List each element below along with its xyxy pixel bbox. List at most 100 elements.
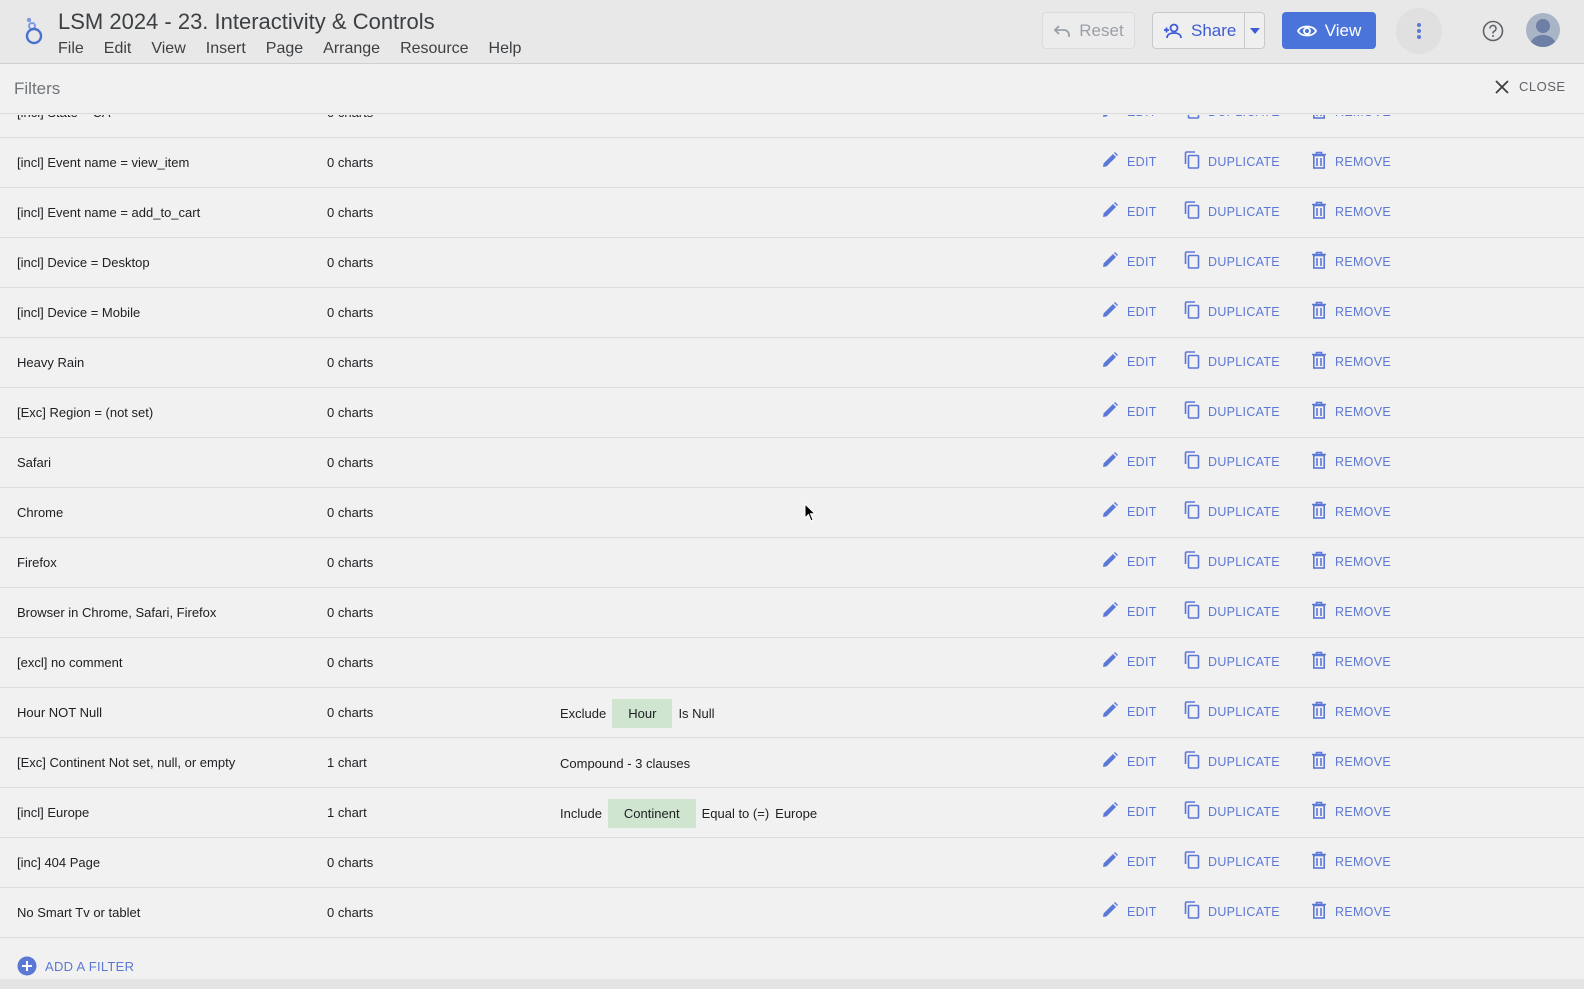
duplicate-button[interactable]: DUPLICATE	[1184, 351, 1280, 372]
edit-button[interactable]: EDIT	[1101, 851, 1157, 872]
edit-button[interactable]: EDIT	[1101, 151, 1157, 172]
filter-name[interactable]: No Smart Tv or tablet	[17, 905, 140, 920]
remove-button[interactable]: REMOVE	[1311, 501, 1391, 522]
edit-button[interactable]: EDIT	[1101, 201, 1157, 222]
remove-button[interactable]: REMOVE	[1311, 551, 1391, 572]
share-button[interactable]: Share	[1152, 12, 1265, 49]
reset-button[interactable]: Reset	[1042, 12, 1135, 49]
filter-row[interactable]: Safari 0 charts EDIT DUPLICATE REMOVE	[0, 438, 1584, 488]
edit-button[interactable]: EDIT	[1101, 701, 1157, 722]
menu-edit[interactable]: Edit	[104, 40, 132, 58]
duplicate-button[interactable]: DUPLICATE	[1184, 115, 1280, 122]
duplicate-button[interactable]: DUPLICATE	[1184, 601, 1280, 622]
edit-button[interactable]: EDIT	[1101, 751, 1157, 772]
avatar[interactable]	[1526, 13, 1560, 47]
filter-row[interactable]: Chrome 0 charts EDIT DUPLICATE REMOVE	[0, 488, 1584, 538]
edit-button[interactable]: EDIT	[1101, 601, 1157, 622]
menu-insert[interactable]: Insert	[206, 40, 246, 58]
duplicate-button[interactable]: DUPLICATE	[1184, 251, 1280, 272]
remove-button[interactable]: REMOVE	[1311, 801, 1391, 822]
filter-row[interactable]: [incl] Event name = add_to_cart 0 charts E…	[0, 188, 1584, 238]
duplicate-button[interactable]: DUPLICATE	[1184, 851, 1280, 872]
remove-button[interactable]: REMOVE	[1311, 651, 1391, 672]
filter-row[interactable]: Hour NOT Null 0 charts Exclude Hour Is Null E…	[0, 688, 1584, 738]
report-title[interactable]: LSM 2024 - 23. Interactivity & Controls	[58, 9, 435, 35]
filter-name[interactable]: Hour NOT Null	[17, 705, 102, 720]
filter-name[interactable]: [incl] Device = Mobile	[17, 305, 140, 320]
share-dropdown[interactable]	[1245, 27, 1264, 34]
remove-button[interactable]: REMOVE	[1311, 401, 1391, 422]
remove-button[interactable]: REMOVE	[1311, 451, 1391, 472]
edit-button[interactable]: EDIT	[1101, 451, 1157, 472]
filter-row[interactable]: [incl] State = CA 0 charts EDIT DUPLICATE RE…	[0, 115, 1584, 138]
duplicate-button[interactable]: DUPLICATE	[1184, 801, 1280, 822]
remove-button[interactable]: REMOVE	[1311, 751, 1391, 772]
looker-studio-logo[interactable]	[22, 16, 44, 46]
filter-row[interactable]: [excl] no comment 0 charts EDIT DUPLICATE RE…	[0, 638, 1584, 688]
menu-resource[interactable]: Resource	[400, 40, 468, 58]
filter-row[interactable]: [incl] Device = Desktop 0 charts EDIT DUPLI…	[0, 238, 1584, 288]
filter-name[interactable]: Safari	[17, 455, 51, 470]
remove-button[interactable]: REMOVE	[1311, 115, 1391, 122]
menu-view[interactable]: View	[151, 40, 185, 58]
duplicate-button[interactable]: DUPLICATE	[1184, 651, 1280, 672]
filter-name[interactable]: Firefox	[17, 555, 57, 570]
duplicate-button[interactable]: DUPLICATE	[1184, 151, 1280, 172]
edit-button[interactable]: EDIT	[1101, 551, 1157, 572]
edit-button[interactable]: EDIT	[1101, 651, 1157, 672]
filter-row[interactable]: [incl] Device = Mobile 0 charts EDIT DUPLIC…	[0, 288, 1584, 338]
edit-button[interactable]: EDIT	[1101, 351, 1157, 372]
filter-name[interactable]: [Exc] Region = (not set)	[17, 405, 153, 420]
remove-button[interactable]: REMOVE	[1311, 251, 1391, 272]
filter-row[interactable]: Browser in Chrome, Safari, Firefox 0 char…	[0, 588, 1584, 638]
edit-button[interactable]: EDIT	[1101, 115, 1157, 122]
more-options-button[interactable]	[1396, 8, 1442, 54]
filter-name[interactable]: Chrome	[17, 505, 63, 520]
remove-button[interactable]: REMOVE	[1311, 351, 1391, 372]
filter-name[interactable]: Heavy Rain	[17, 355, 84, 370]
duplicate-button[interactable]: DUPLICATE	[1184, 901, 1280, 922]
remove-button[interactable]: REMOVE	[1311, 601, 1391, 622]
duplicate-button[interactable]: DUPLICATE	[1184, 401, 1280, 422]
duplicate-button[interactable]: DUPLICATE	[1184, 201, 1280, 222]
close-button[interactable]: CLOSE	[1495, 79, 1566, 94]
edit-button[interactable]: EDIT	[1101, 801, 1157, 822]
filter-row[interactable]: [Exc] Region = (not set) 0 charts EDIT DUPL…	[0, 388, 1584, 438]
filter-name[interactable]: [incl] Device = Desktop	[17, 255, 150, 270]
filter-row[interactable]: Firefox 0 charts EDIT DUPLICATE REMOVE	[0, 538, 1584, 588]
remove-button[interactable]: REMOVE	[1311, 301, 1391, 322]
menu-page[interactable]: Page	[266, 40, 303, 58]
menu-help[interactable]: Help	[489, 40, 522, 58]
duplicate-button[interactable]: DUPLICATE	[1184, 301, 1280, 322]
filter-row[interactable]: Heavy Rain 0 charts EDIT DUPLICATE REMOVE	[0, 338, 1584, 388]
add-filter-button[interactable]: ADD A FILTER	[17, 956, 134, 976]
view-button[interactable]: View	[1282, 12, 1376, 49]
filter-row[interactable]: [Exc] Continent Not set, null, or empty 1…	[0, 738, 1584, 788]
edit-button[interactable]: EDIT	[1101, 251, 1157, 272]
filter-row[interactable]: [incl] Europe 1 chart Include Continent Equa…	[0, 788, 1584, 838]
duplicate-button[interactable]: DUPLICATE	[1184, 751, 1280, 772]
remove-button[interactable]: REMOVE	[1311, 851, 1391, 872]
edit-button[interactable]: EDIT	[1101, 501, 1157, 522]
filter-name[interactable]: [incl] Event name = view_item	[17, 155, 189, 170]
edit-button[interactable]: EDIT	[1101, 401, 1157, 422]
filter-row[interactable]: [incl] Event name = view_item 0 charts EDI…	[0, 138, 1584, 188]
edit-button[interactable]: EDIT	[1101, 301, 1157, 322]
remove-button[interactable]: REMOVE	[1311, 201, 1391, 222]
remove-button[interactable]: REMOVE	[1311, 901, 1391, 922]
duplicate-button[interactable]: DUPLICATE	[1184, 701, 1280, 722]
edit-button[interactable]: EDIT	[1101, 901, 1157, 922]
duplicate-button[interactable]: DUPLICATE	[1184, 551, 1280, 572]
filter-name[interactable]: [Exc] Continent Not set, null, or empty	[17, 755, 235, 770]
filter-name[interactable]: [incl] Event name = add_to_cart	[17, 205, 200, 220]
filter-name[interactable]: [incl] Europe	[17, 805, 89, 820]
help-button[interactable]	[1478, 16, 1508, 46]
filter-row[interactable]: No Smart Tv or tablet 0 charts EDIT DUPLICA…	[0, 888, 1584, 938]
remove-button[interactable]: REMOVE	[1311, 151, 1391, 172]
remove-button[interactable]: REMOVE	[1311, 701, 1391, 722]
filter-name[interactable]: [inc] 404 Page	[17, 855, 100, 870]
filter-row[interactable]: [inc] 404 Page 0 charts EDIT DUPLICATE REMOV…	[0, 838, 1584, 888]
duplicate-button[interactable]: DUPLICATE	[1184, 501, 1280, 522]
filter-name[interactable]: [excl] no comment	[17, 655, 123, 670]
menu-arrange[interactable]: Arrange	[323, 40, 380, 58]
